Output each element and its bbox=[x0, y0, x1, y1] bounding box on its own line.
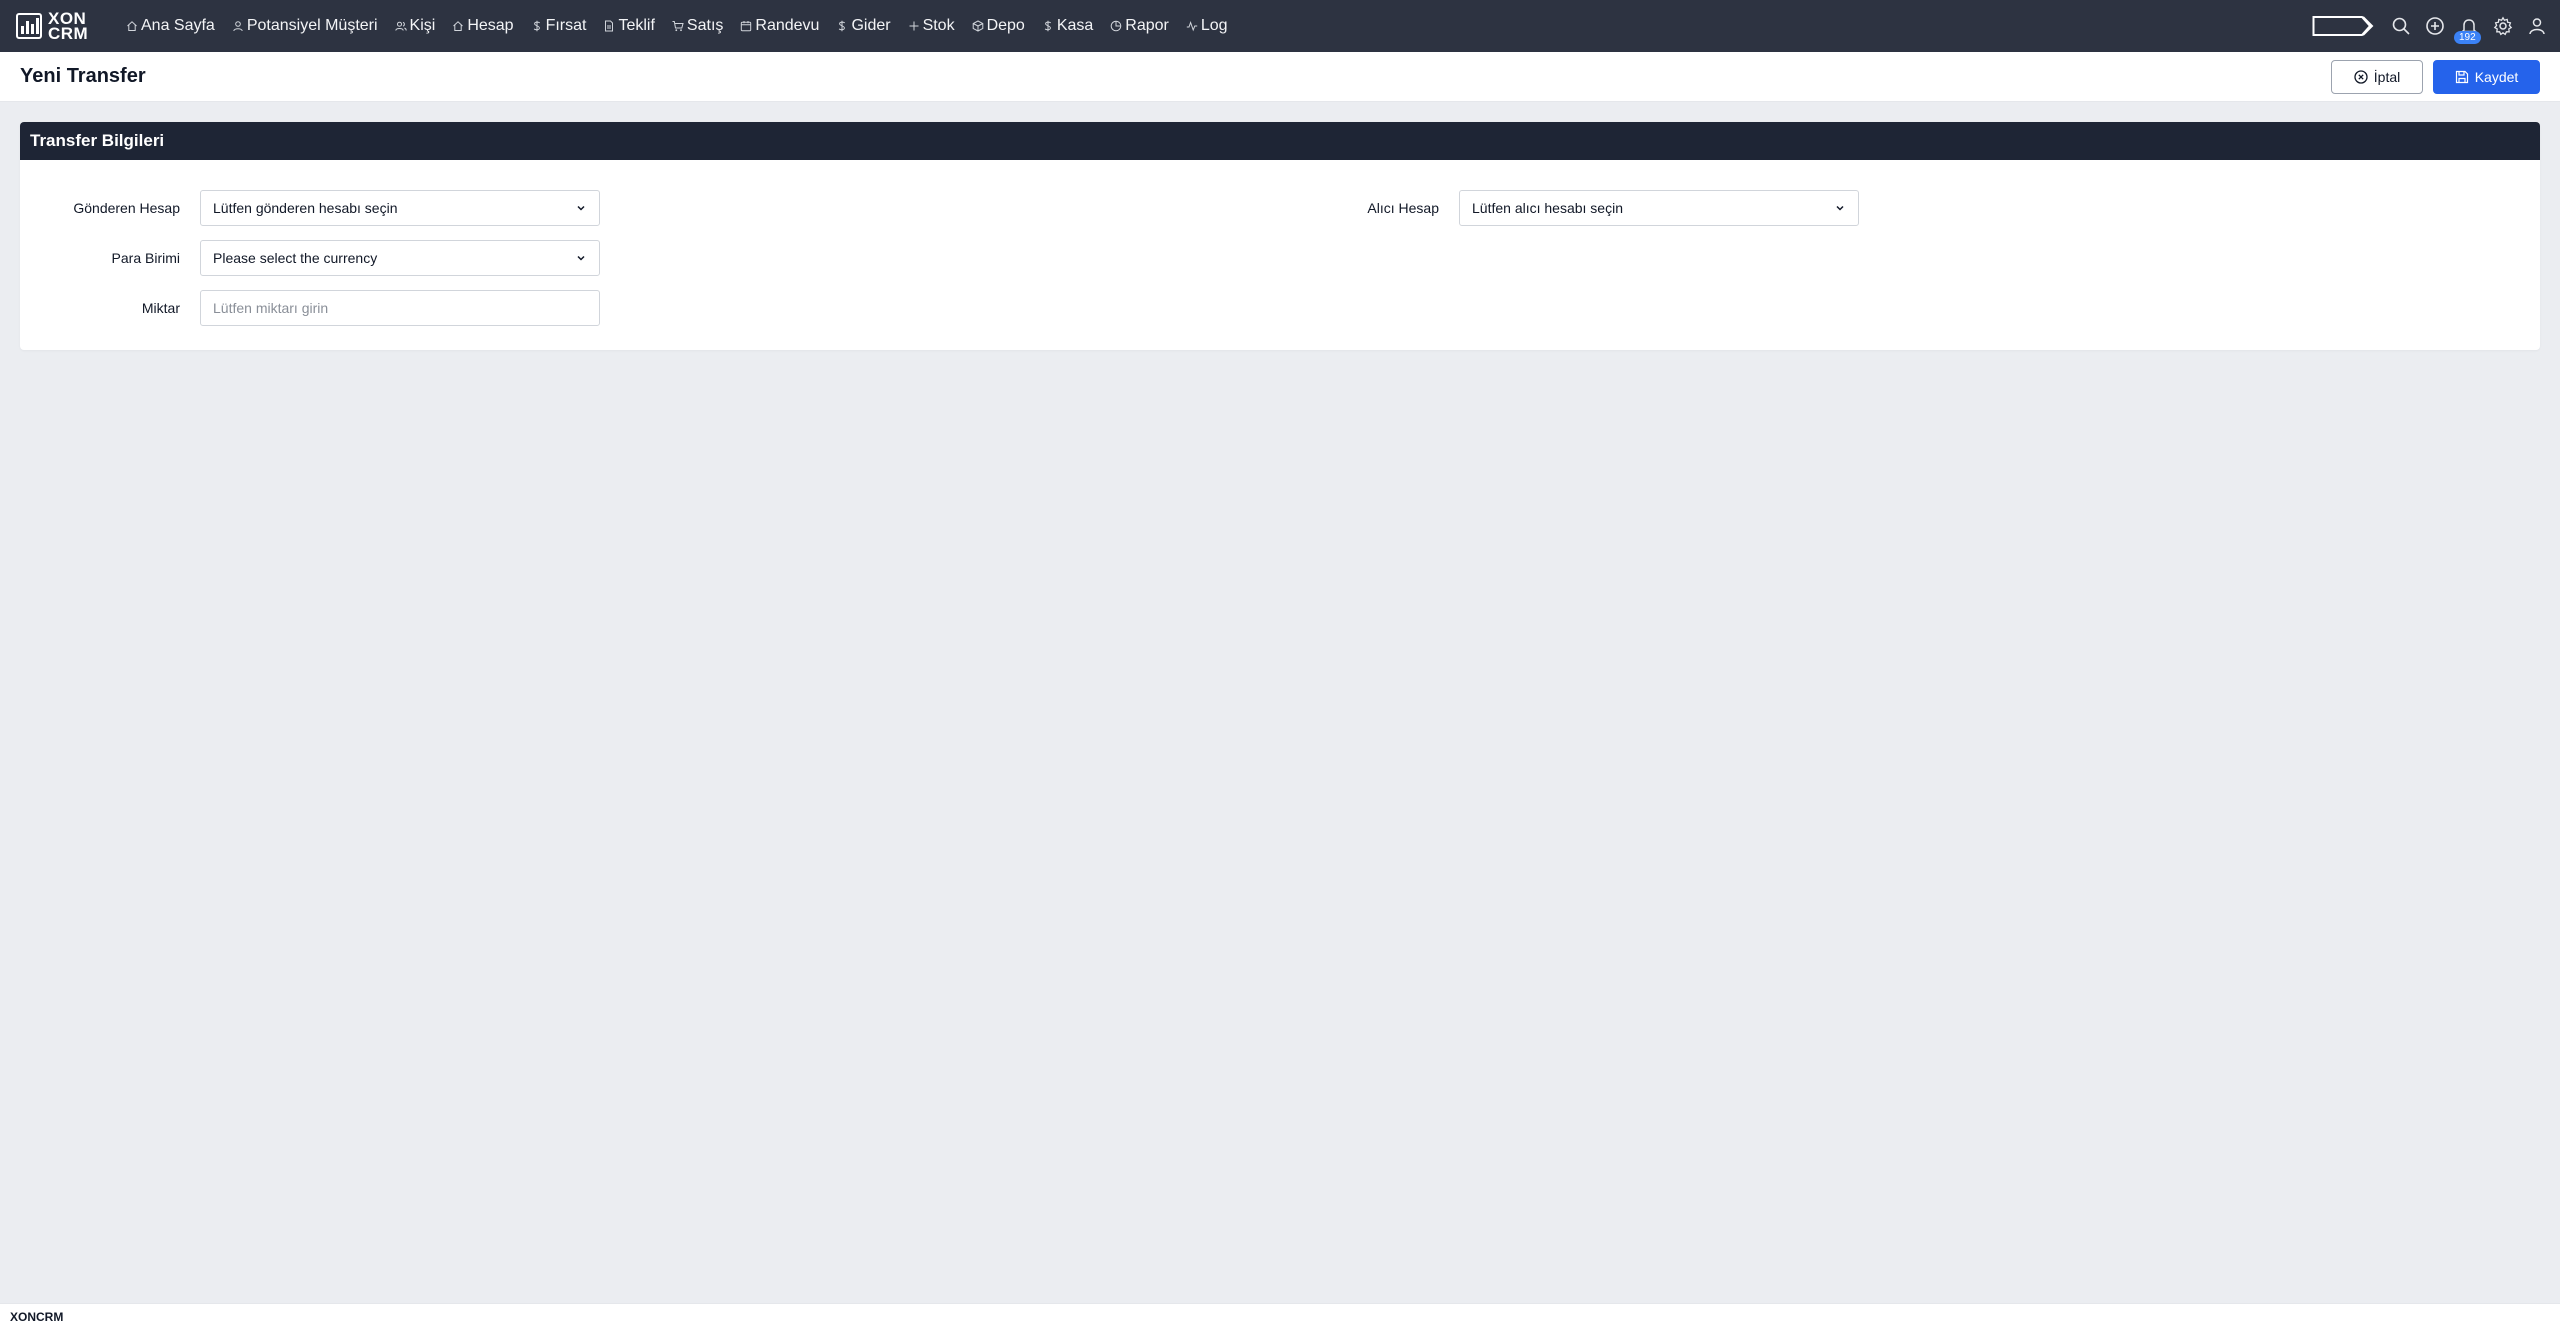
sender-account-label: Gönderen Hesap bbox=[73, 200, 180, 216]
document-icon bbox=[603, 20, 615, 32]
users-icon bbox=[394, 20, 407, 32]
notification-bell-icon[interactable]: 192 bbox=[2454, 15, 2481, 44]
search-icon[interactable] bbox=[2390, 15, 2412, 37]
amount-label: Miktar bbox=[141, 300, 180, 316]
cancel-button[interactable]: İptal bbox=[2331, 60, 2423, 94]
notification-count-badge: 192 bbox=[2454, 31, 2481, 44]
nav-item-teklif[interactable]: Teklif bbox=[603, 17, 655, 35]
header-actions: İptal Kaydet bbox=[2331, 60, 2540, 94]
user-profile-icon[interactable] bbox=[2526, 15, 2548, 37]
main-menu: Ana Sayfa Potansiyel Müşteri Kişi Hesap … bbox=[126, 0, 1245, 52]
currency-row: Para Birimi Please select the currency bbox=[20, 240, 600, 276]
cart-icon bbox=[672, 20, 684, 32]
nav-item-gider[interactable]: Gider bbox=[836, 17, 891, 35]
home-icon bbox=[126, 20, 138, 32]
top-navbar: XON CRM Ana Sayfa Potansiyel Müşteri Kiş… bbox=[0, 0, 2560, 52]
brand-logo[interactable]: XON CRM bbox=[16, 8, 108, 44]
save-icon bbox=[2455, 70, 2468, 84]
logo-chart-icon bbox=[16, 13, 42, 39]
nav-item-hesap[interactable]: Hesap bbox=[452, 17, 514, 35]
nav-right-tools: 192 bbox=[2312, 0, 2560, 52]
nav-item-randevu[interactable]: Randevu bbox=[740, 17, 819, 35]
brand-name: XON CRM bbox=[48, 9, 89, 43]
amount-input[interactable] bbox=[200, 290, 600, 326]
add-circle-icon[interactable] bbox=[2424, 15, 2446, 37]
close-circle-icon bbox=[2354, 70, 2368, 84]
footer: XONCRM bbox=[0, 1303, 2560, 1330]
nav-item-satis[interactable]: Satış bbox=[672, 17, 723, 35]
building-icon bbox=[452, 20, 464, 32]
chevron-down-icon bbox=[577, 205, 585, 211]
user-icon bbox=[232, 20, 244, 32]
receiver-account-select[interactable]: Lütfen alıcı hesabı seçin bbox=[1459, 190, 1859, 226]
sender-account-select[interactable]: Lütfen gönderen hesabı seçin bbox=[200, 190, 600, 226]
nav-item-log[interactable]: Log bbox=[1186, 17, 1228, 35]
chevron-down-icon bbox=[577, 255, 585, 261]
box-icon bbox=[972, 20, 984, 32]
currency-label: Para Birimi bbox=[111, 250, 180, 266]
nav-item-potansiyel-musteri[interactable]: Potansiyel Müşteri bbox=[232, 17, 378, 35]
pie-chart-icon bbox=[1110, 20, 1122, 32]
dollar-icon bbox=[836, 20, 848, 32]
currency-select[interactable]: Please select the currency bbox=[200, 240, 600, 276]
activity-icon bbox=[1186, 20, 1198, 32]
sender-account-row: Gönderen Hesap Lütfen gönderen hesabı se… bbox=[20, 190, 600, 226]
nav-item-depo[interactable]: Depo bbox=[972, 17, 1025, 35]
nav-item-firsat[interactable]: Fırsat bbox=[531, 17, 586, 35]
section-title: Transfer Bilgileri bbox=[20, 122, 2540, 160]
nav-item-kasa[interactable]: Kasa bbox=[1042, 17, 1093, 35]
chevron-down-icon bbox=[1836, 205, 1844, 211]
calendar-icon bbox=[740, 20, 752, 32]
save-button[interactable]: Kaydet bbox=[2433, 60, 2540, 94]
amount-row: Miktar bbox=[20, 290, 600, 326]
nav-item-stok[interactable]: Stok bbox=[908, 17, 955, 35]
gear-icon[interactable] bbox=[2492, 15, 2514, 37]
arrow-right-icon[interactable] bbox=[2312, 14, 2376, 38]
nav-item-rapor[interactable]: Rapor bbox=[1110, 17, 1169, 35]
nav-item-ana-sayfa[interactable]: Ana Sayfa bbox=[126, 17, 215, 35]
receiver-account-row: Alıcı Hesap Lütfen alıcı hesabı seçin bbox=[1279, 190, 1859, 226]
transfer-info-card: Transfer Bilgileri Gönderen Hesap Lütfen… bbox=[20, 122, 2540, 350]
receiver-account-label: Alıcı Hesap bbox=[1367, 200, 1439, 216]
footer-brand: XONCRM bbox=[10, 1310, 64, 1324]
nav-item-kisi[interactable]: Kişi bbox=[394, 17, 435, 35]
plus-icon bbox=[908, 20, 920, 32]
dollar-icon bbox=[1042, 20, 1054, 32]
page-title: Yeni Transfer bbox=[20, 65, 146, 87]
dollar-icon bbox=[531, 20, 543, 32]
page-header: Yeni Transfer İptal Kaydet bbox=[0, 52, 2560, 102]
